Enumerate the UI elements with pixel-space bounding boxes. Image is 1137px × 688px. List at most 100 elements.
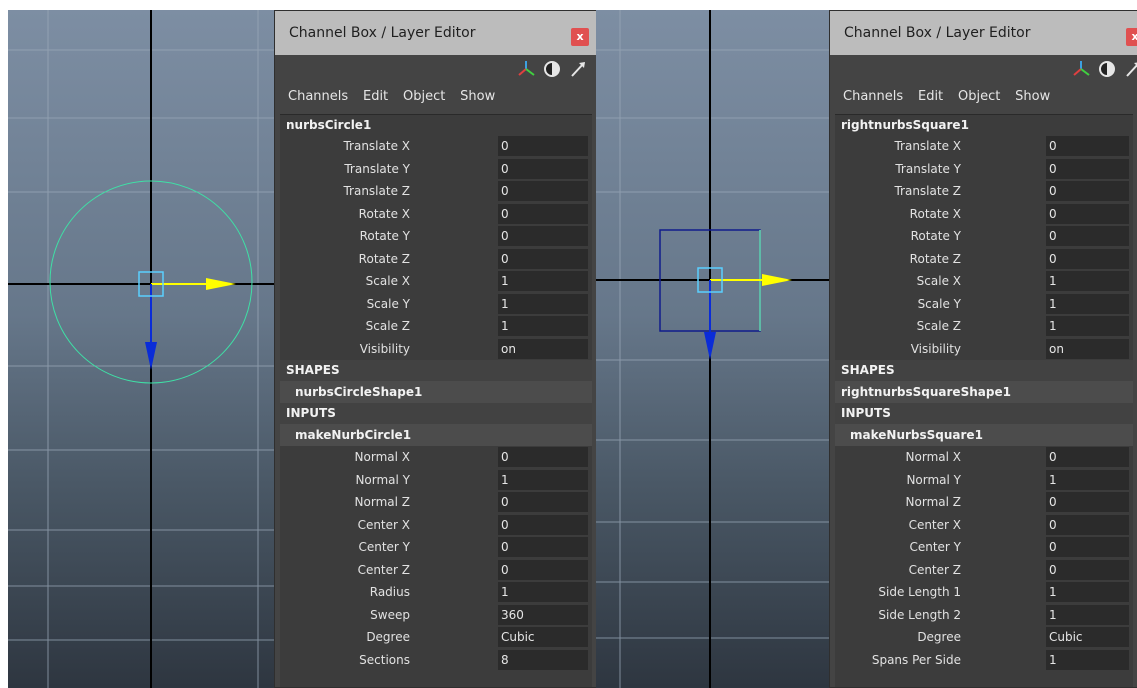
menu-show[interactable]: Show: [1015, 85, 1050, 109]
channel-row[interactable]: Rotate X 0: [835, 203, 1133, 226]
render-sphere-icon[interactable]: [1098, 60, 1116, 81]
channel-row[interactable]: Translate Y 0: [280, 158, 592, 181]
channel-value-field[interactable]: 0: [498, 492, 588, 512]
channel-row[interactable]: Rotate Z 0: [280, 248, 592, 271]
input-channel-row[interactable]: Sweep 360: [280, 604, 592, 627]
shape-node-name[interactable]: rightnurbsSquareShape1: [835, 381, 1133, 403]
channel-value-field[interactable]: 1: [498, 469, 588, 490]
channel-row[interactable]: Translate Y 0: [835, 158, 1133, 181]
channel-row[interactable]: Scale Y 1: [835, 293, 1133, 316]
menu-channels[interactable]: Channels: [843, 85, 903, 109]
channel-value-field[interactable]: 0: [498, 514, 588, 535]
close-button[interactable]: x: [1126, 28, 1137, 46]
channel-value-field[interactable]: 0: [1046, 248, 1129, 269]
channel-row[interactable]: Visibility on: [835, 338, 1133, 361]
input-channel-row[interactable]: Spans Per Side 1: [835, 649, 1133, 672]
input-channel-row[interactable]: Normal X 0: [280, 446, 592, 469]
move-tool-icon[interactable]: [1072, 60, 1090, 81]
channel-value-field[interactable]: 1: [1046, 582, 1129, 602]
channel-value-field[interactable]: 0: [1046, 559, 1129, 580]
menu-object[interactable]: Object: [403, 85, 445, 109]
channel-row[interactable]: Visibility on: [280, 338, 592, 361]
arrow-icon[interactable]: [569, 60, 587, 81]
channel-row[interactable]: Rotate Y 0: [280, 225, 592, 248]
channel-row[interactable]: Rotate Z 0: [835, 248, 1133, 271]
channel-value-field[interactable]: 1: [498, 293, 588, 314]
channel-row[interactable]: Translate Z 0: [835, 180, 1133, 203]
input-channel-row[interactable]: Normal Y 1: [835, 469, 1133, 492]
input-channel-row[interactable]: Center Z 0: [280, 559, 592, 582]
render-sphere-icon[interactable]: [543, 60, 561, 81]
channel-value-field[interactable]: 0: [1046, 537, 1129, 557]
input-channel-row[interactable]: Center Y 0: [280, 536, 592, 559]
input-channel-row[interactable]: Side Length 1 1: [835, 581, 1133, 604]
menu-edit[interactable]: Edit: [363, 85, 388, 109]
channel-value-field[interactable]: on: [498, 338, 588, 359]
channel-value-field[interactable]: 1: [498, 582, 588, 602]
channel-value-field[interactable]: 0: [498, 158, 588, 179]
channel-row[interactable]: Translate X 0: [280, 135, 592, 158]
input-node-name[interactable]: makeNurbsSquare1: [835, 424, 1133, 446]
channel-row[interactable]: Rotate Y 0: [835, 225, 1133, 248]
channel-value-field[interactable]: 1: [498, 271, 588, 291]
channel-value-field[interactable]: 0: [498, 203, 588, 224]
channel-value-field[interactable]: 0: [1046, 158, 1129, 179]
channel-row[interactable]: Scale Z 1: [835, 315, 1133, 338]
input-channel-row[interactable]: Center X 0: [280, 514, 592, 537]
channel-row[interactable]: Translate Z 0: [280, 180, 592, 203]
input-channel-row[interactable]: Normal X 0: [835, 446, 1133, 469]
shape-node-name[interactable]: nurbsCircleShape1: [280, 381, 592, 403]
channel-value-field[interactable]: 360: [498, 604, 588, 625]
input-channel-row[interactable]: Degree Cubic: [835, 626, 1133, 649]
channel-row[interactable]: Rotate X 0: [280, 203, 592, 226]
channel-value-field[interactable]: 0: [498, 136, 588, 156]
menu-object[interactable]: Object: [958, 85, 1000, 109]
manipulator-x-arrow-icon[interactable]: [206, 278, 236, 290]
channel-value-field[interactable]: 0: [1046, 514, 1129, 535]
channel-value-field[interactable]: 0: [498, 181, 588, 201]
input-channel-row[interactable]: Center Y 0: [835, 536, 1133, 559]
input-channel-row[interactable]: Degree Cubic: [280, 626, 592, 649]
close-button[interactable]: x: [571, 28, 589, 46]
input-channel-row[interactable]: Normal Z 0: [280, 491, 592, 514]
channel-value-field[interactable]: on: [1046, 338, 1129, 359]
input-channel-row[interactable]: Normal Y 1: [280, 469, 592, 492]
channel-row[interactable]: Scale Z 1: [280, 315, 592, 338]
channel-value-field[interactable]: Cubic: [498, 627, 588, 647]
channel-value-field[interactable]: 1: [1046, 604, 1129, 625]
manipulator-y-arrow-icon[interactable]: [704, 332, 716, 360]
channel-value-field[interactable]: 0: [498, 559, 588, 580]
channel-value-field[interactable]: 1: [1046, 649, 1129, 670]
channel-value-field[interactable]: 0: [1046, 492, 1129, 512]
object-name[interactable]: nurbsCircle1: [280, 115, 592, 135]
arrow-icon[interactable]: [1124, 60, 1137, 81]
channel-value-field[interactable]: 1: [1046, 293, 1129, 314]
channel-value-field[interactable]: 0: [1046, 447, 1129, 467]
channel-value-field[interactable]: 0: [1046, 136, 1129, 156]
channel-value-field[interactable]: 1: [1046, 469, 1129, 490]
channel-value-field[interactable]: 0: [498, 248, 588, 269]
channel-value-field[interactable]: Cubic: [1046, 627, 1129, 647]
menu-show[interactable]: Show: [460, 85, 495, 109]
channel-row[interactable]: Scale X 1: [280, 270, 592, 293]
input-channel-row[interactable]: Sections 8: [280, 649, 592, 672]
move-tool-icon[interactable]: [517, 60, 535, 81]
channel-value-field[interactable]: 0: [498, 447, 588, 467]
input-channel-row[interactable]: Center X 0: [835, 514, 1133, 537]
input-channel-row[interactable]: Normal Z 0: [835, 491, 1133, 514]
object-name[interactable]: rightnurbsSquare1: [835, 115, 1133, 135]
channel-value-field[interactable]: 0: [1046, 181, 1129, 201]
channel-value-field[interactable]: 0: [498, 537, 588, 557]
channel-value-field[interactable]: 1: [498, 316, 588, 336]
channel-value-field[interactable]: 8: [498, 649, 588, 670]
menu-edit[interactable]: Edit: [918, 85, 943, 109]
input-channel-row[interactable]: Side Length 2 1: [835, 604, 1133, 627]
channel-value-field[interactable]: 0: [1046, 203, 1129, 224]
channel-value-field[interactable]: 1: [1046, 271, 1129, 291]
channel-row[interactable]: Scale Y 1: [280, 293, 592, 316]
menu-channels[interactable]: Channels: [288, 85, 348, 109]
channel-row[interactable]: Translate X 0: [835, 135, 1133, 158]
channel-value-field[interactable]: 0: [498, 226, 588, 246]
input-channel-row[interactable]: Radius 1: [280, 581, 592, 604]
manipulator-x-arrow-icon[interactable]: [762, 274, 792, 286]
